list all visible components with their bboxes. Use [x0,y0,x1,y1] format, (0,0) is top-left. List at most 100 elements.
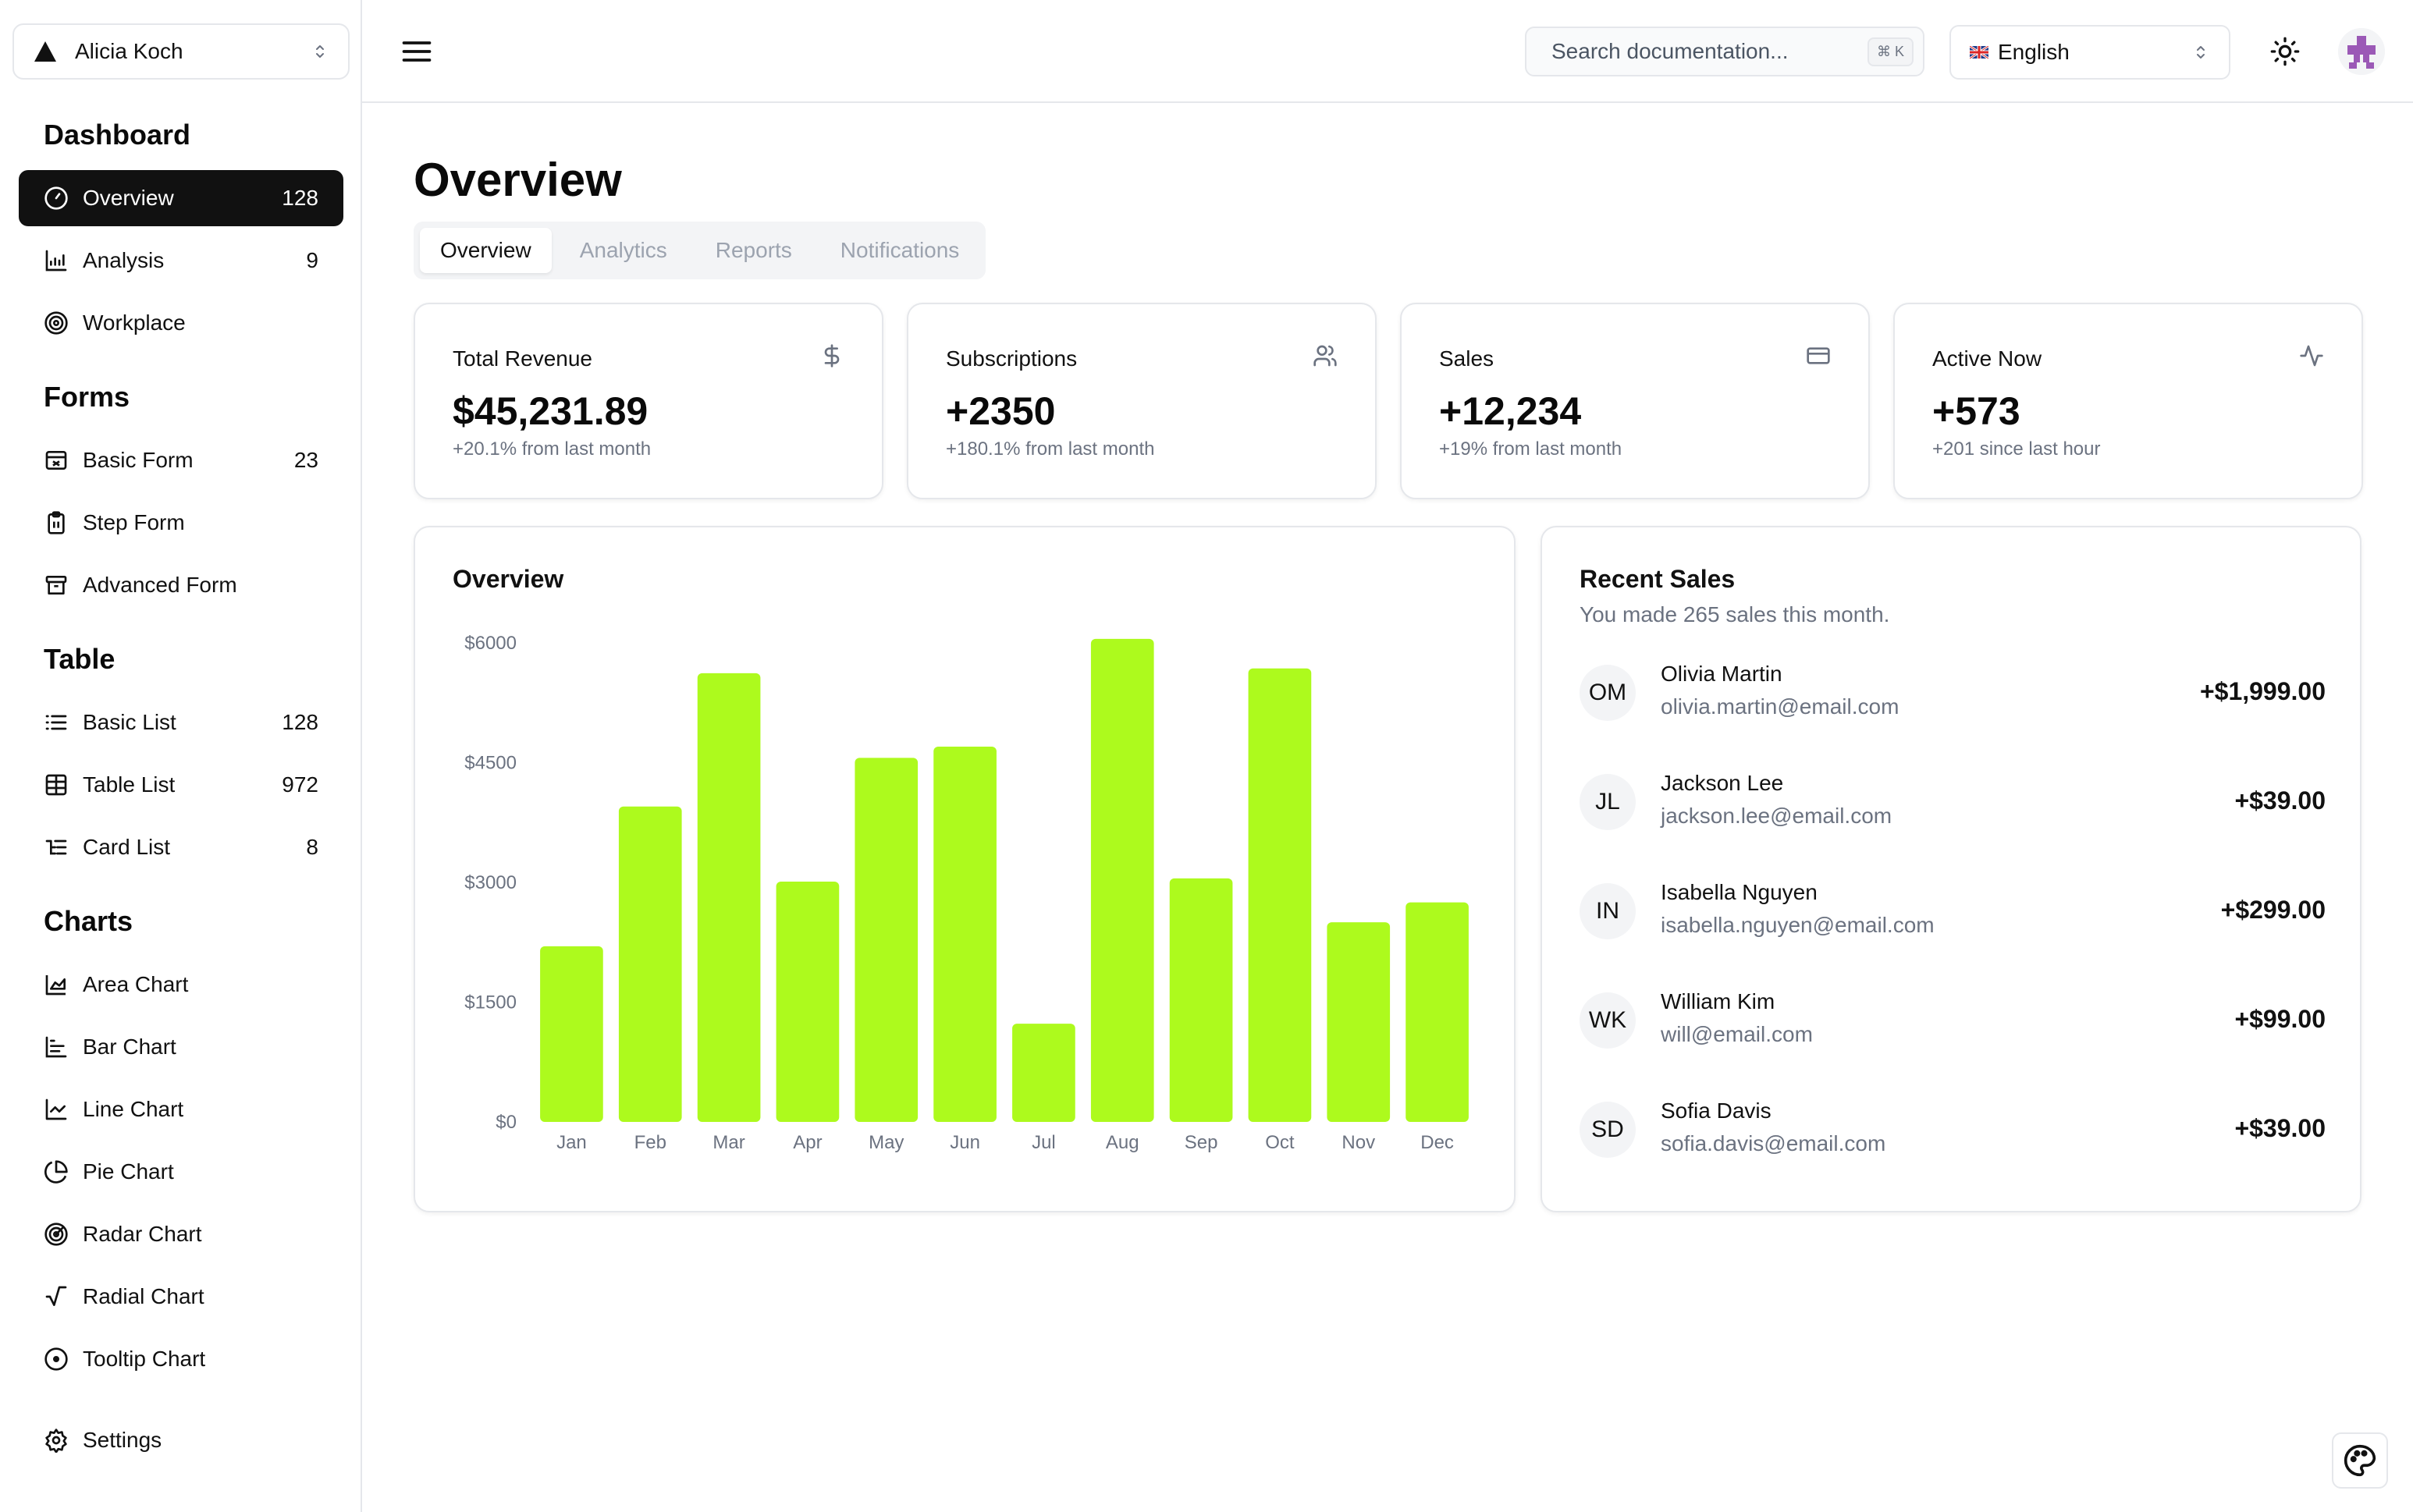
sidebar-item-basic-list[interactable]: Basic List 128 [19,694,343,751]
sidebar-item-count: 9 [306,248,318,272]
avatar: WK [1580,992,1636,1049]
avatar: JL [1580,774,1636,830]
sale-amount: +$39.00 [2234,786,2326,815]
sale-amount: +$39.00 [2234,1114,2326,1142]
sidebar-item-label: Table List [83,772,176,797]
sale-row[interactable]: JL Jackson Lee jackson.lee@email.com +$3… [1580,771,2326,841]
sidebar-item-area-chart[interactable]: Area Chart [19,957,343,1013]
tab-reports[interactable]: Reports [695,228,812,273]
customer-name: Olivia Martin [1661,662,1782,686]
avatar: IN [1580,883,1636,939]
sidebar-item-label: Advanced Form [83,573,237,597]
stat-value: +12,234 [1439,389,1582,433]
bar-chart-icon [45,250,67,272]
sidebar-item-label: Radar Chart [83,1222,202,1246]
chart-bar-jun[interactable] [933,747,997,1122]
tabs: Overview Analytics Reports Notifications [414,222,986,279]
stat-change: +20.1% from last month [453,438,652,460]
pie-chart-icon [44,1160,68,1184]
gear-icon [45,1429,67,1453]
activity-icon [2300,345,2323,367]
stat-title: Total Revenue [453,346,593,371]
credit-card-icon [1807,347,1830,364]
menu-icon[interactable] [400,34,434,69]
x-tick-label: Aug [1106,1132,1139,1153]
chart-bar-may[interactable] [855,758,919,1122]
palette-icon [2344,1444,2376,1477]
sidebar-item-tooltip-chart[interactable]: Tooltip Chart [19,1331,343,1387]
stat-value: +2350 [946,389,1056,433]
sale-row[interactable]: SD Sofia Davis sofia.davis@email.com +$3… [1580,1099,2326,1169]
sidebar-item-card-list[interactable]: Card List 8 [19,819,343,875]
sidebar-item-pie-chart[interactable]: Pie Chart [19,1144,343,1200]
sidebar-item-settings[interactable]: Settings [19,1412,343,1468]
chart-bar-aug[interactable] [1090,638,1154,1122]
top-header: Search documentation... ⌘ K English [362,0,2413,103]
sidebar-item-label: Settings [83,1428,162,1452]
sidebar-item-workplace[interactable]: Workplace [19,295,343,351]
sidebar-item-advanced-form[interactable]: Advanced Form [19,557,343,613]
uk-flag-icon [1970,46,1988,59]
avatar-pattern-icon [2338,28,2385,75]
search-input[interactable]: Search documentation... ⌘ K [1525,27,1924,76]
sale-row[interactable]: WK William Kim will@email.com +$99.00 [1580,989,2326,1059]
chart-bar-oct[interactable] [1248,668,1312,1122]
x-tick-label: Jun [950,1132,980,1153]
sidebar-item-table-list[interactable]: Table List 972 [19,757,343,813]
sidebar-item-label: Card List [83,835,171,859]
sidebar-item-overview[interactable]: Overview 128 [19,170,343,226]
tab-analytics[interactable]: Analytics [560,228,688,273]
sidebar-item-label: Bar Chart [83,1035,176,1059]
customer-email: will@email.com [1661,1022,1813,1046]
users-icon [1313,345,1337,367]
sidebar-item-bar-chart[interactable]: Bar Chart [19,1019,343,1075]
chart-bar-nov[interactable] [1327,922,1391,1122]
sidebar-item-step-form[interactable]: Step Form [19,495,343,551]
table-icon [45,774,67,796]
theme-palette-button[interactable] [2332,1432,2388,1489]
search-placeholder: Search documentation... [1551,39,1789,63]
sidebar-item-line-chart[interactable]: Line Chart [19,1081,343,1138]
customer-name: William Kim [1661,989,1775,1013]
sidebar-item-radar-chart[interactable]: Radar Chart [19,1206,343,1262]
page-title: Overview [414,154,622,206]
language-label: English [1998,40,2070,64]
chart-bar-dec[interactable] [1406,902,1469,1122]
language-select[interactable]: English [1949,25,2230,80]
sidebar-item-label: Workplace [83,311,186,335]
stat-title: Sales [1439,346,1494,371]
sale-row[interactable]: OM Olivia Martin olivia.martin@email.com… [1580,662,2326,732]
stat-value: +573 [1932,389,2020,433]
sidebar-item-analysis[interactable]: Analysis 9 [19,232,343,289]
sidebar-item-label: Line Chart [83,1097,184,1121]
sale-amount: +$1,999.00 [2199,677,2326,705]
sun-icon[interactable] [2269,36,2301,67]
team-switcher[interactable]: Alicia Koch [12,23,350,80]
x-tick-label: Jul [1032,1132,1056,1153]
chart-bar-apr[interactable] [776,881,840,1122]
sidebar: Alicia Koch Dashboard Overview 128 Analy… [0,0,362,1512]
chart-bar-mar[interactable] [697,673,761,1122]
x-tick-label: Jan [556,1132,587,1153]
tab-overview[interactable]: Overview [420,228,552,273]
sale-row[interactable]: IN Isabella Nguyen isabella.nguyen@email… [1580,880,2326,950]
stat-title: Active Now [1932,346,2042,371]
sidebar-item-basic-form[interactable]: Basic Form 23 [19,432,343,488]
stat-card-sales: Sales +12,234 +19% from last month [1400,303,1870,499]
chart-bar-jul[interactable] [1012,1024,1075,1122]
archive-icon [45,576,67,595]
x-tick-label: Oct [1265,1132,1295,1153]
customer-email: isabella.nguyen@email.com [1661,913,1935,937]
stat-value: $45,231.89 [453,389,649,433]
overview-bar-chart: $0 $1500 $3000 $4500 $6000 Jan Feb Mar Apr May Jun… [464,633,1469,1153]
recent-sales-card: Recent Sales You made 265 sales this mon… [1541,526,2361,1212]
x-tick-label: Dec [1420,1132,1454,1153]
nav-group-forms: Forms [44,381,130,413]
chart-bar-jan[interactable] [540,946,603,1122]
sidebar-item-count: 23 [293,448,318,472]
chart-bar-feb[interactable] [618,806,682,1122]
user-avatar[interactable] [2338,28,2385,75]
tab-notifications[interactable]: Notifications [820,228,980,273]
chart-bar-sep[interactable] [1169,878,1233,1122]
sidebar-item-radial-chart[interactable]: Radial Chart [19,1269,343,1325]
